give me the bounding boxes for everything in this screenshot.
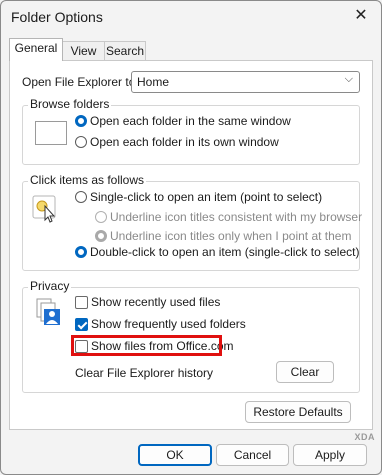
radio-double-click[interactable] [75,246,87,258]
tab-search[interactable]: Search [104,41,146,61]
privacy-documents-icon [36,298,60,325]
tab-view[interactable]: View [62,41,105,61]
close-button[interactable]: ✕ [341,1,381,33]
radio-underline-browser[interactable] [95,211,107,223]
checkbox-recent-files-label[interactable]: Show recently used files [91,295,220,309]
folder-options-window: Folder Options ✕ General View Search Ope… [0,0,382,475]
clear-history-label: Clear File Explorer history [75,366,214,380]
checkbox-recent-files[interactable] [75,296,88,309]
checkbox-frequent-folders-label[interactable]: Show frequently used folders [91,317,246,331]
radio-underline-point[interactable] [95,230,107,242]
radio-same-window[interactable] [75,115,87,127]
open-explorer-label: Open File Explorer to: [22,75,139,89]
apply-button[interactable]: Apply [293,444,367,466]
radio-underline-point-label[interactable]: Underline icon titles only when I point … [110,229,351,243]
title-bar: Folder Options ✕ [1,1,381,35]
radio-underline-browser-label[interactable]: Underline icon titles consistent with my… [110,210,362,224]
general-tab-panel: Open File Explorer to: Home ⌵ Browse fol… [9,60,373,430]
radio-own-window[interactable] [75,136,87,148]
radio-double-click-label[interactable]: Double-click to open an item (single-cli… [90,245,359,259]
checkbox-frequent-folders[interactable] [75,318,88,331]
folder-window-icon [35,121,67,145]
ok-button[interactable]: OK [138,444,212,466]
radio-single-click-label[interactable]: Single-click to open an item (point to s… [90,190,322,204]
open-explorer-value: Home [137,75,170,89]
radio-own-window-label[interactable]: Open each folder in its own window [90,135,279,149]
cancel-button[interactable]: Cancel [216,444,289,466]
radio-single-click[interactable] [75,191,87,203]
highlight-box [71,335,222,356]
click-items-title: Click items as follows [28,173,147,187]
restore-defaults-button[interactable]: Restore Defaults [245,401,351,423]
radio-same-window-label[interactable]: Open each folder in the same window [90,114,291,128]
clear-button[interactable]: Clear [276,361,334,383]
privacy-title: Privacy [28,279,72,293]
window-title: Folder Options [11,9,103,25]
tab-general[interactable]: General [9,38,63,61]
chevron-down-icon: ⌵ [344,73,353,85]
xda-watermark: XDA [354,432,375,442]
browse-folders-title: Browse folders [28,97,112,111]
cursor-click-icon [32,195,56,223]
open-explorer-dropdown[interactable]: Home ⌵ [131,71,360,93]
